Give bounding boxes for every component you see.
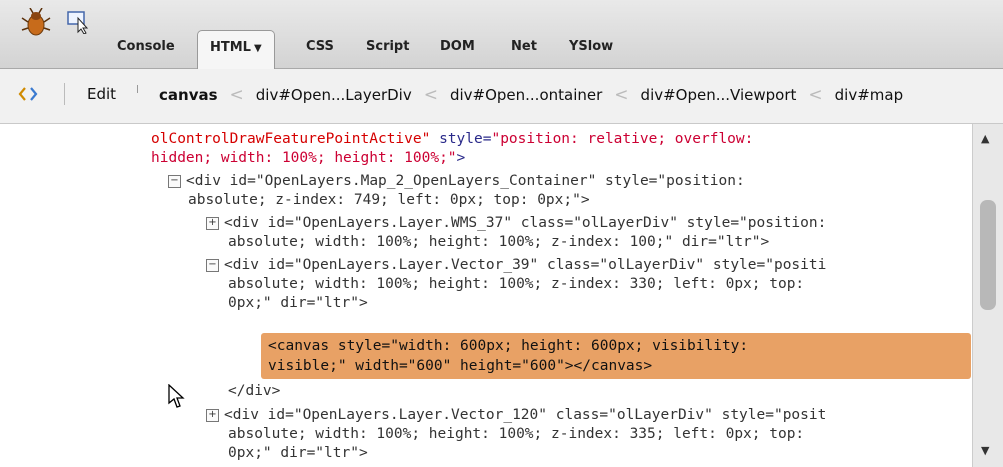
tab-script-label: Script bbox=[366, 39, 410, 54]
code-text: absolute; width: 100%; height: 100%; z-i… bbox=[228, 426, 805, 442]
tab-net-label: Net bbox=[511, 39, 537, 54]
code-text: </div> bbox=[228, 383, 281, 399]
tab-html[interactable]: HTML ▼ bbox=[197, 30, 275, 69]
tab-dom-label: DOM bbox=[440, 39, 475, 54]
breadcrumb-item-map[interactable]: div#map bbox=[835, 86, 903, 104]
breadcrumb-separator: < bbox=[229, 85, 244, 105]
breadcrumb-list: canvas < div#Open...LayerDiv < div#Open.… bbox=[159, 85, 903, 105]
tab-net[interactable]: Net bbox=[499, 30, 549, 68]
breadcrumb-separator: < bbox=[614, 85, 629, 105]
tab-html-label: HTML bbox=[210, 40, 251, 55]
tab-css-label: CSS bbox=[306, 39, 334, 54]
code-line: absolute; width: 100%; height: 100%; z-i… bbox=[228, 425, 804, 444]
tab-dom[interactable]: DOM bbox=[428, 30, 487, 68]
code-text: <div id="OpenLayers.Layer.Vector_120" cl… bbox=[224, 407, 827, 423]
scrollbar-thumb[interactable] bbox=[980, 200, 996, 310]
vertical-scrollbar[interactable]: ▲ ▼ bbox=[972, 124, 1003, 467]
scroll-up-icon[interactable]: ▲ bbox=[981, 132, 989, 145]
edit-button[interactable]: Edit bbox=[87, 85, 116, 103]
breadcrumb-item-canvas[interactable]: canvas bbox=[159, 86, 218, 104]
toolbar-divider-small bbox=[137, 85, 138, 93]
code-text: 0px;" dir="ltr"> bbox=[228, 445, 368, 461]
breadcrumb-item-viewport[interactable]: div#Open...Viewport bbox=[641, 86, 797, 104]
tab-script[interactable]: Script bbox=[354, 30, 421, 68]
firebug-toolbar: Console HTML ▼ CSS Script DOM Net YSlow bbox=[0, 0, 1003, 69]
html-tree-panel-overlay: <canvas style="width: 600px; height: 600… bbox=[0, 124, 972, 467]
breadcrumb-separator: < bbox=[808, 85, 823, 105]
inspect-element-icon[interactable] bbox=[66, 10, 92, 34]
code-line: 0px;" dir="ltr"> bbox=[228, 444, 368, 463]
tab-yslow-label: YSlow bbox=[569, 39, 614, 54]
breadcrumb: Edit canvas < div#Open...LayerDiv < div#… bbox=[0, 69, 1003, 124]
expand-toggle-icon[interactable]: + bbox=[206, 408, 219, 422]
html-source-icon[interactable] bbox=[18, 85, 38, 103]
toolbar-divider bbox=[64, 83, 65, 105]
tab-css[interactable]: CSS bbox=[294, 30, 346, 68]
code-line: </div> bbox=[228, 382, 280, 401]
firebug-icon[interactable] bbox=[21, 8, 51, 38]
breadcrumb-separator: < bbox=[423, 85, 438, 105]
code-text: visible;" width="600" height="600"></can… bbox=[268, 358, 653, 374]
breadcrumb-item-layerdiv[interactable]: div#Open...LayerDiv bbox=[256, 86, 412, 104]
tab-console[interactable]: Console bbox=[105, 30, 187, 68]
tree-node-canvas[interactable]: <canvas style="width: 600px; height: 600… bbox=[268, 337, 748, 356]
breadcrumb-item-container[interactable]: div#Open...ontainer bbox=[450, 86, 602, 104]
mouse-cursor-icon bbox=[168, 384, 185, 408]
code-line: visible;" width="600" height="600"></can… bbox=[268, 357, 652, 376]
code-text: <canvas style="width: 600px; height: 600… bbox=[268, 338, 749, 354]
tab-console-label: Console bbox=[117, 39, 175, 54]
tab-yslow[interactable]: YSlow bbox=[557, 30, 625, 68]
chevron-down-icon[interactable]: ▼ bbox=[254, 43, 262, 54]
scroll-down-icon[interactable]: ▼ bbox=[981, 444, 989, 457]
tree-node-vector-120[interactable]: + <div id="OpenLayers.Layer.Vector_120" c… bbox=[206, 406, 826, 425]
